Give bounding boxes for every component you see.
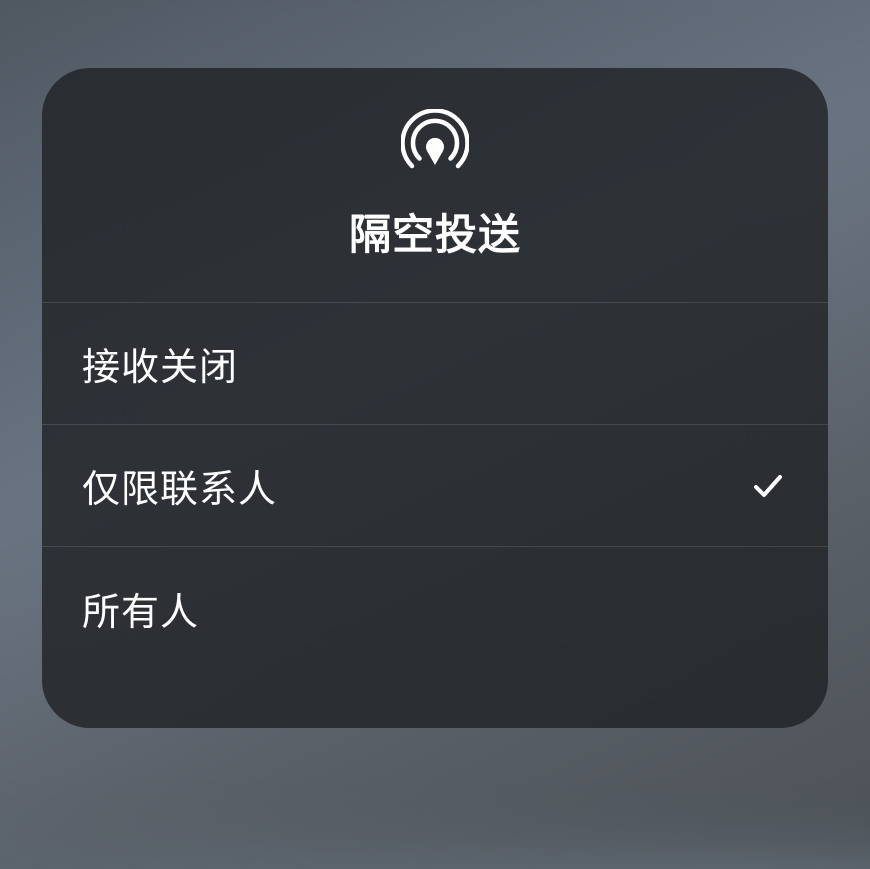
panel-header: 隔空投送 xyxy=(42,68,828,303)
airdrop-settings-panel: 隔空投送 接收关闭 仅限联系人 所有人 xyxy=(42,68,828,728)
checkmark-icon xyxy=(748,466,788,506)
option-label: 仅限联系人 xyxy=(82,458,277,513)
option-label: 所有人 xyxy=(82,581,199,636)
option-receiving-off[interactable]: 接收关闭 xyxy=(42,303,828,425)
option-everyone[interactable]: 所有人 xyxy=(42,547,828,669)
panel-title: 隔空投送 xyxy=(349,201,521,262)
option-label: 接收关闭 xyxy=(82,336,238,391)
airdrop-icon xyxy=(401,109,469,177)
option-contacts-only[interactable]: 仅限联系人 xyxy=(42,425,828,547)
